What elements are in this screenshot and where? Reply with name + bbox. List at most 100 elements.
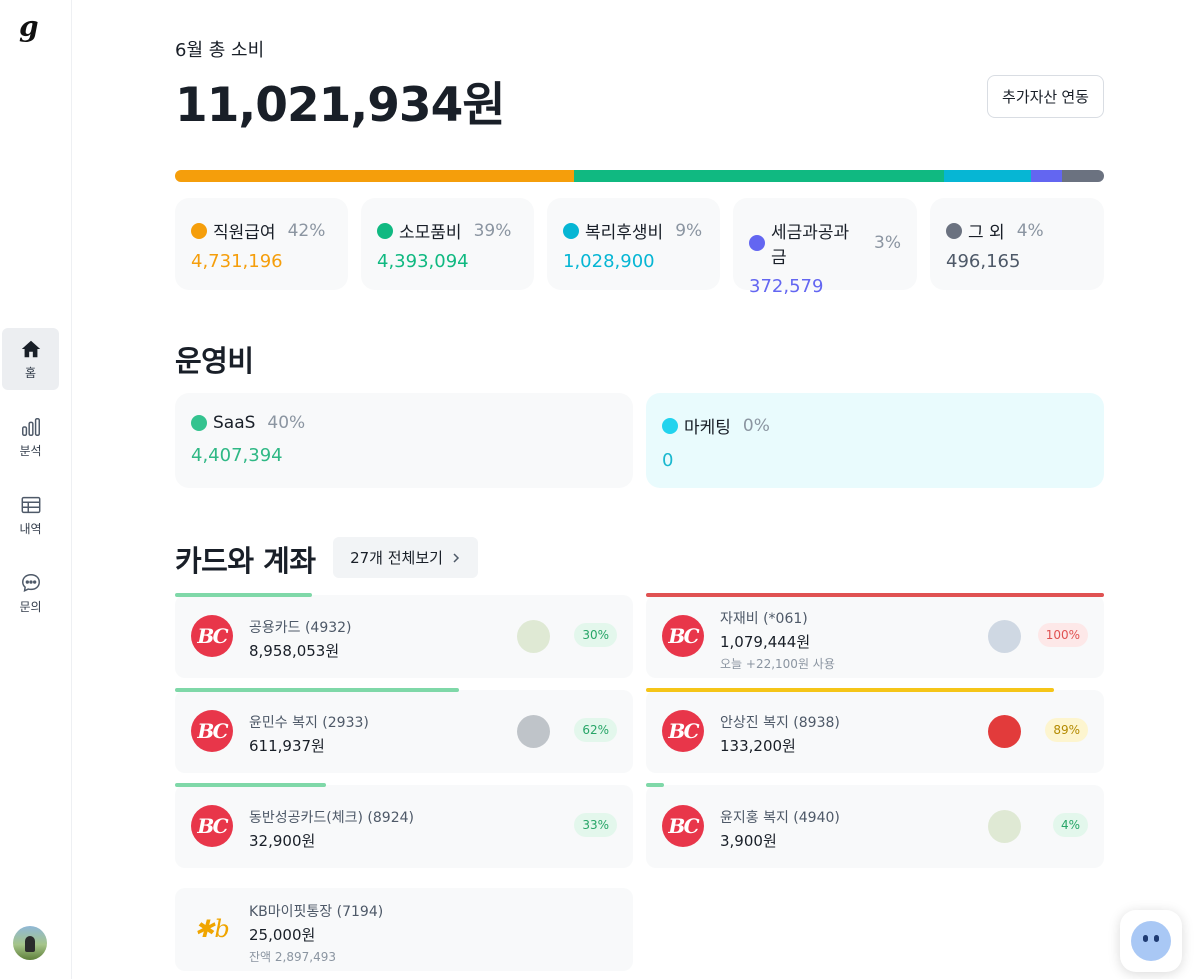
operating-value: 0: [662, 450, 674, 471]
usage-badge: 100%: [1037, 623, 1088, 647]
bc-card-logo: BC: [191, 710, 233, 752]
card-name: 자재비 (*061): [720, 611, 808, 627]
home-icon: [21, 340, 40, 357]
user-avatar[interactable]: [13, 926, 47, 960]
category-color-dot: [191, 222, 207, 239]
category-head: 복리후생비 9%: [563, 218, 704, 243]
card-info: 동반성공카드(체크) (8924) 32,900원: [249, 807, 414, 851]
operating-percent: 40%: [267, 413, 306, 433]
card-info: 공용카드 (4932) 8,958,053원: [249, 617, 352, 661]
card-info: 자재비 (*061) 1,079,444원오늘 +22,100원 사용: [720, 608, 835, 672]
account-card[interactable]: BC 윤민수 복지 (2933) 611,937원 62%: [175, 688, 633, 773]
nav-history[interactable]: 내역: [2, 484, 59, 546]
category-head: 직원급여 42%: [191, 218, 332, 243]
card-name: 안상진 복지 (8938): [720, 715, 840, 731]
ghost-mascot-icon: [1131, 921, 1171, 961]
bar-chart-icon: [21, 417, 40, 436]
category-card[interactable]: 직원급여 42% 4,731,196: [175, 198, 348, 290]
operating-card[interactable]: 마케팅 0% 0: [646, 393, 1104, 488]
chevron-right-icon: [453, 552, 459, 563]
card-amount: 1,079,444원: [720, 633, 811, 651]
usage-progress-bar: [646, 593, 1104, 597]
account-card[interactable]: BC 자재비 (*061) 1,079,444원오늘 +22,100원 사용 100%: [646, 593, 1104, 678]
category-percent: 3%: [874, 233, 901, 253]
nav-history-label: 내역: [19, 521, 42, 536]
category-card[interactable]: 세금과공과금 3% 372,579: [733, 198, 917, 297]
category-card[interactable]: 복리후생비 9% 1,028,900: [547, 198, 720, 290]
card-holder-avatar: [517, 715, 550, 748]
card-name: 공용카드 (4932): [249, 620, 352, 636]
category-percent: 39%: [473, 220, 512, 241]
nav-inquiry[interactable]: 문의: [2, 562, 59, 624]
category-name: 직원급여: [213, 223, 276, 243]
bc-card-logo: BC: [662, 615, 704, 657]
category-value: 4,731,196: [191, 251, 283, 272]
operating-value: 4,407,394: [191, 445, 283, 466]
operating-card[interactable]: SaaS 40% 4,407,394: [175, 393, 633, 488]
bc-card-logo: BC: [191, 805, 233, 847]
account-card[interactable]: BC 윤지홍 복지 (4940) 3,900원 4%: [646, 783, 1104, 868]
card-holder-avatar: [988, 620, 1021, 653]
app-logo[interactable]: g: [19, 10, 39, 43]
card-info: 윤지홍 복지 (4940) 3,900원: [720, 807, 840, 851]
card-amount: 3,900원: [720, 832, 777, 850]
card-amount: 32,900원: [249, 832, 316, 850]
view-all-label: 27개 전체보기: [350, 549, 443, 567]
card-subtext: 오늘 +22,100원 사용: [720, 657, 835, 671]
category-percent: 42%: [287, 220, 326, 241]
category-color-dot: [377, 222, 393, 239]
usage-badge: 89%: [1045, 718, 1088, 742]
category-head: 소모품비 39%: [377, 218, 518, 243]
kb-bank-logo: ✱b: [194, 915, 230, 943]
usage-badge: 62%: [574, 718, 617, 742]
total-spend: 11,021,934원: [175, 78, 506, 133]
category-value: 4,393,094: [377, 251, 469, 272]
category-value: 496,165: [946, 251, 1021, 272]
usage-progress-bar: [175, 593, 313, 597]
card-info: 안상진 복지 (8938) 133,200원: [720, 712, 840, 756]
nav-home-label: 홈: [24, 365, 37, 380]
account-card[interactable]: BC 동반성공카드(체크) (8924) 32,900원 33%: [175, 783, 633, 868]
card-subtext: 잔액 2,897,493: [249, 950, 336, 964]
cards-title: 카드와 계좌: [175, 544, 316, 578]
spend-bar-segment: [573, 170, 945, 182]
account-card[interactable]: BC 안상진 복지 (8938) 133,200원 89%: [646, 688, 1104, 773]
usage-progress-bar: [646, 688, 1054, 692]
category-name: 복리후생비: [585, 223, 664, 243]
card-name: 동반성공카드(체크) (8924): [249, 810, 414, 826]
usage-badge: 4%: [1052, 813, 1088, 837]
operating-title: 운영비: [175, 344, 254, 378]
account-card[interactable]: ✱b KB마이핏통장 (7194) 25,000원 잔액 2,897,493: [175, 888, 633, 971]
operating-head: SaaS 40%: [191, 413, 617, 433]
card-holder-avatar: [988, 810, 1021, 843]
operating-color-dot: [191, 415, 207, 431]
category-card[interactable]: 소모품비 39% 4,393,094: [361, 198, 534, 290]
card-amount: 8,958,053원: [249, 642, 340, 660]
category-head: 그 외 4%: [946, 218, 1088, 243]
spend-bar-segment: [1030, 170, 1063, 182]
card-holder-avatar: [988, 715, 1021, 748]
card-name: 윤민수 복지 (2933): [249, 715, 369, 731]
nav-analysis[interactable]: 분석: [2, 406, 59, 468]
usage-progress-bar: [175, 688, 459, 692]
account-card[interactable]: BC 공용카드 (4932) 8,958,053원 30%: [175, 593, 633, 678]
usage-badge: 33%: [574, 813, 617, 837]
link-assets-button[interactable]: 추가자산 연동: [987, 75, 1104, 118]
spend-bar-segment: [944, 170, 1031, 182]
operating-name: SaaS: [213, 413, 256, 433]
nav-home[interactable]: 홈: [2, 328, 59, 390]
category-color-dot: [946, 222, 962, 239]
view-all-button[interactable]: 27개 전체보기: [333, 537, 478, 578]
spend-bar-segment: [175, 170, 574, 182]
category-card[interactable]: 그 외 4% 496,165: [930, 198, 1104, 290]
card-holder-avatar: [517, 620, 550, 653]
card-info: KB마이핏통장 (7194) 25,000원 잔액 2,897,493: [249, 901, 383, 965]
chat-bubble-icon: [21, 573, 40, 592]
support-chat-button[interactable]: [1120, 910, 1182, 972]
spend-bar-segment: [1062, 170, 1104, 182]
category-summary-row: 직원급여 42% 4,731,196 소모품비 39% 4,393,094 복리후생비 9% 1…: [175, 198, 1104, 297]
category-color-dot: [563, 222, 579, 239]
category-name: 그 외: [968, 223, 1005, 243]
operating-percent: 0%: [742, 415, 770, 436]
card-amount: 611,937원: [249, 737, 325, 755]
